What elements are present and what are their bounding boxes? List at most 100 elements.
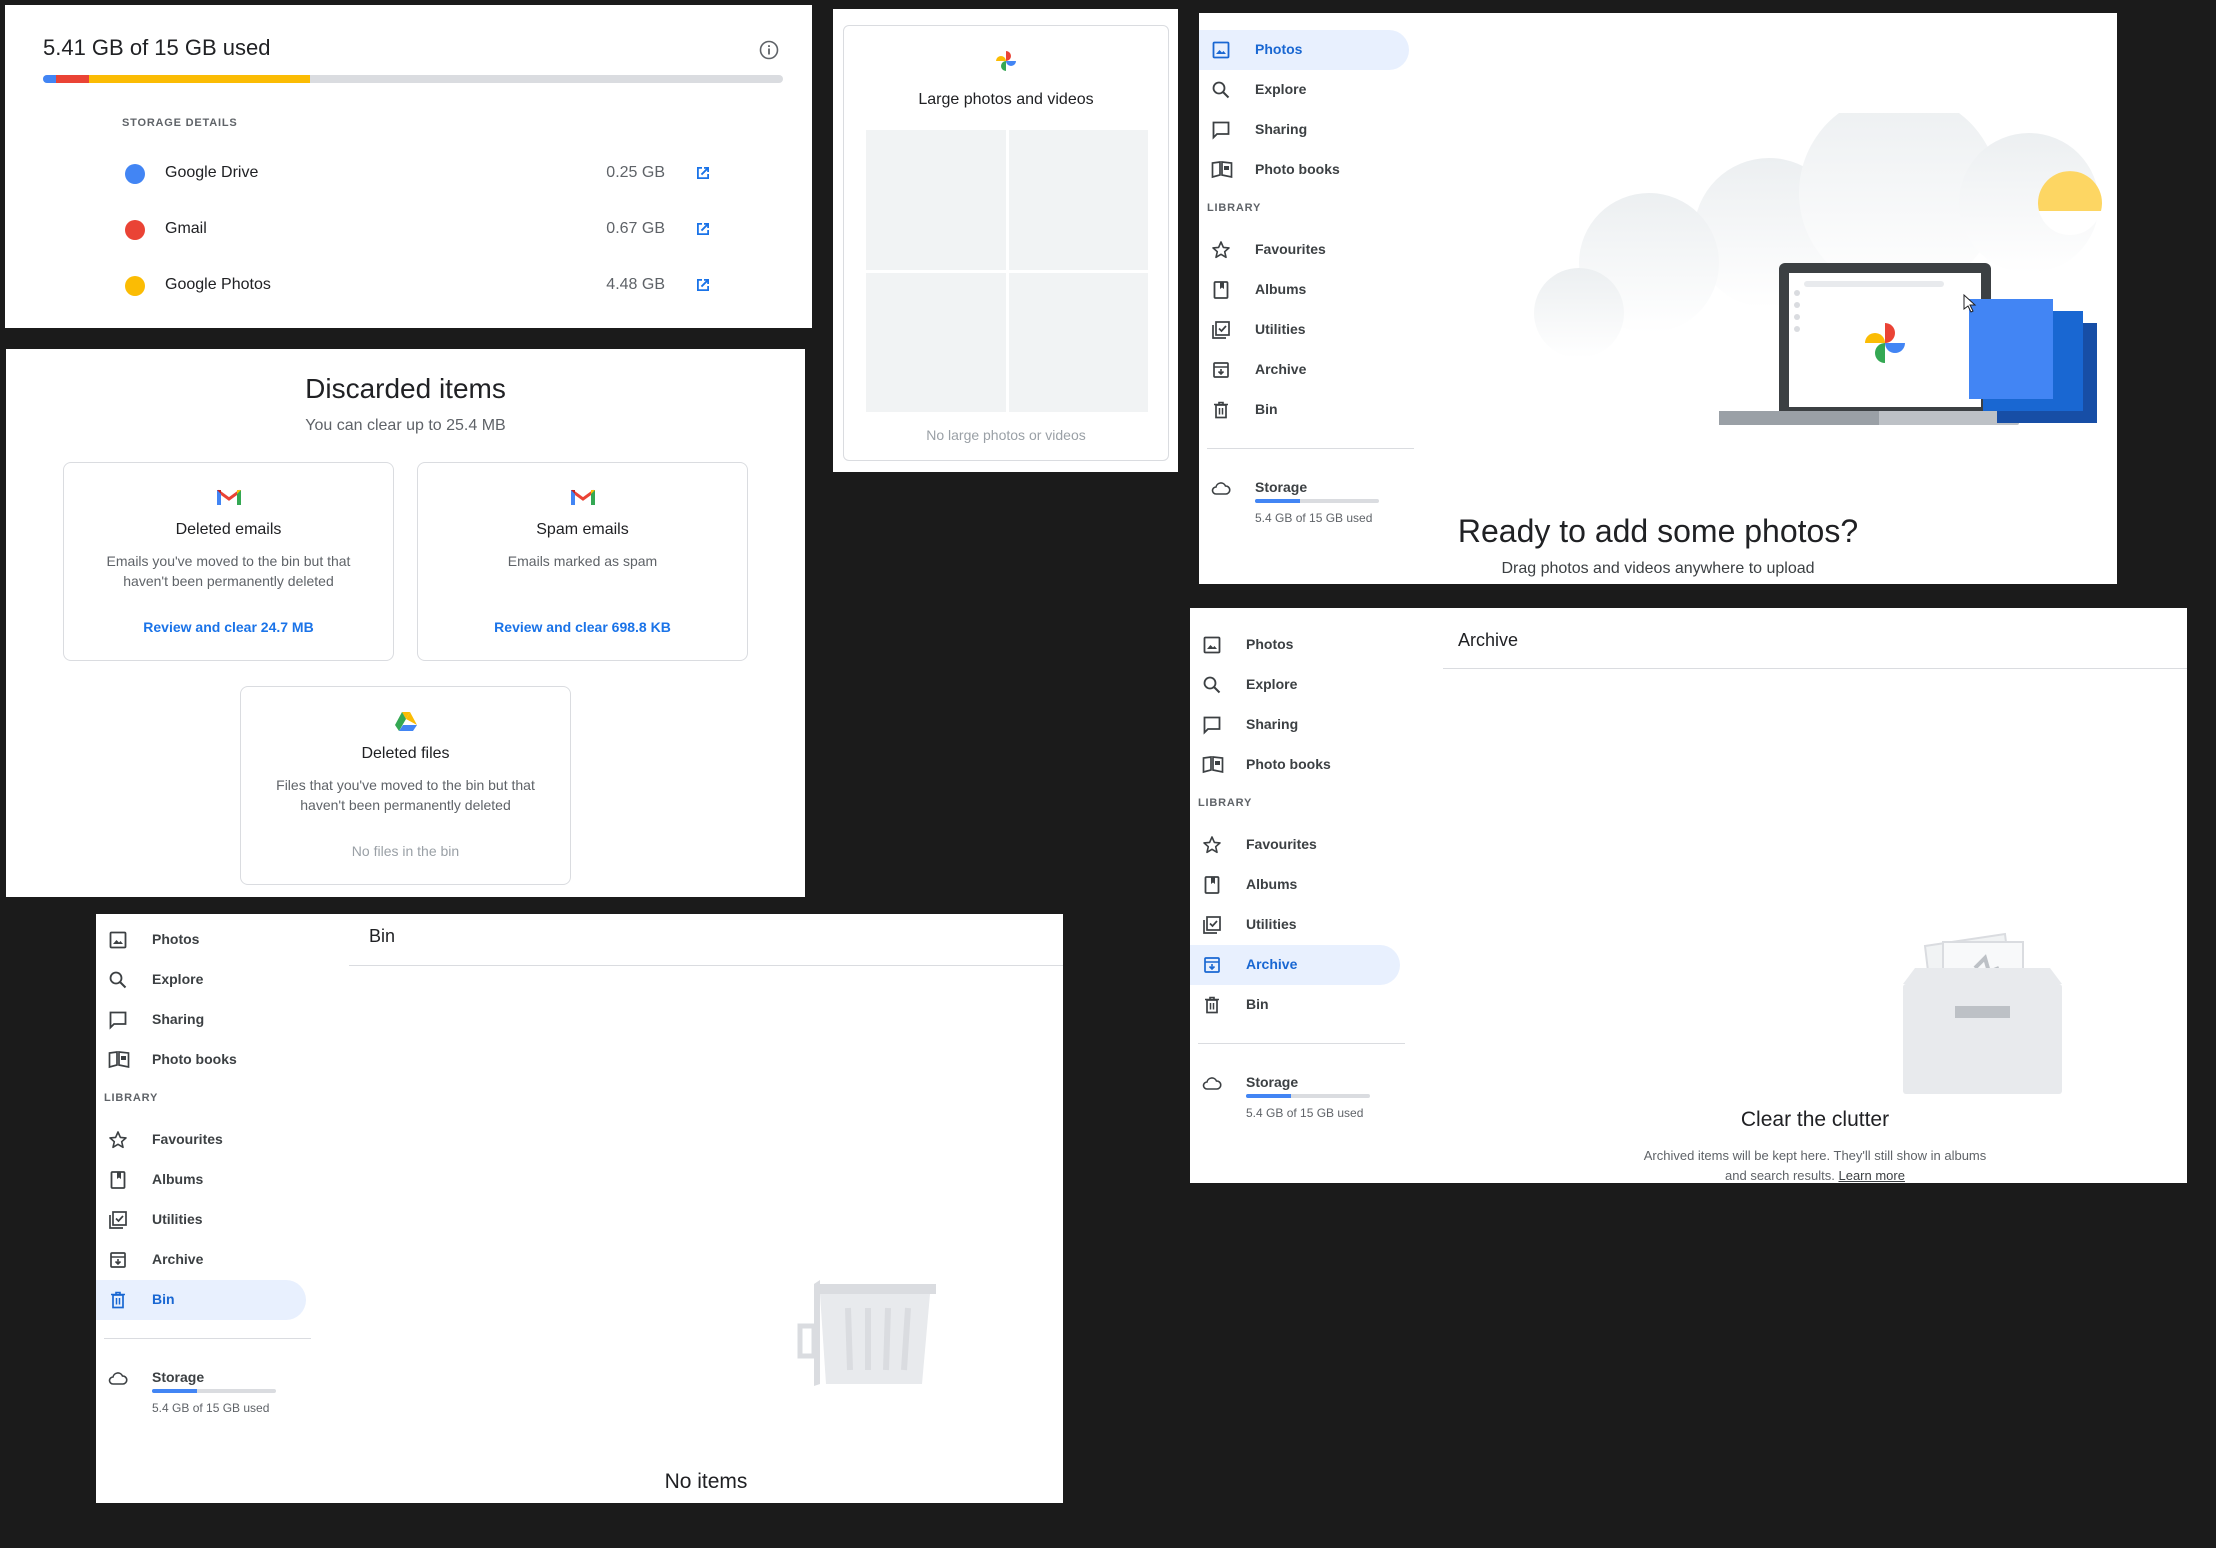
discarded-items-panel: Discarded items You can clear up to 25.4… (6, 349, 805, 897)
storage-mini-bar (152, 1389, 276, 1393)
nav-photos[interactable]: Photos (1199, 30, 1409, 70)
upload-illustration (1519, 93, 2117, 473)
nav-sharing[interactable]: Sharing (1190, 705, 1400, 745)
storage-row-name: Gmail (165, 220, 207, 237)
card-title: Deleted files (361, 745, 450, 762)
cloud-icon (1211, 481, 1231, 497)
storage-mini-bar-fill (1246, 1094, 1291, 1098)
nav-favourites[interactable]: Favourites (96, 1120, 306, 1160)
nav-albums[interactable]: Albums (1190, 865, 1400, 905)
nav-archive[interactable]: Archive (96, 1240, 306, 1280)
photo-placeholder (1008, 272, 1148, 412)
book-icon (1202, 755, 1224, 775)
open-external-icon[interactable] (693, 275, 713, 295)
empty-state-subtext: Drag photos and videos anywhere to uploa… (1501, 560, 1815, 577)
nav-favourites[interactable]: Favourites (1190, 825, 1400, 865)
nav-favourites[interactable]: Favourites (1199, 230, 1409, 270)
nav-label: Photo books (1255, 161, 1340, 177)
nav-archive[interactable]: Archive (1190, 945, 1400, 985)
storage-nav[interactable]: Storage 5.4 GB of 15 GB used (96, 1369, 311, 1429)
nav-bin[interactable]: Bin (1190, 985, 1400, 1025)
photo-placeholder (1008, 130, 1148, 270)
nav-label: Bin (1255, 401, 1278, 417)
info-icon[interactable] (759, 40, 779, 60)
bin-illustration-svg (797, 1280, 936, 1386)
storage-row-drive: Google Drive 0.25 GB (123, 158, 713, 188)
photo-placeholder (866, 130, 1006, 270)
discarded-title: Discarded items (305, 373, 506, 404)
storage-nav[interactable]: Storage 5.4 GB of 15 GB used (1190, 1074, 1405, 1134)
nav-label: Explore (1255, 81, 1307, 97)
nav-sharing[interactable]: Sharing (96, 1000, 306, 1040)
storage-summary-panel: 5.41 GB of 15 GB used STORAGE DETAILS Go… (5, 5, 812, 328)
bin-illustration (796, 1274, 936, 1409)
card-status: No files in the bin (351, 843, 460, 859)
nav-label: Albums (1255, 281, 1307, 297)
card-description: Emails marked as spam (507, 553, 658, 569)
storage-used-text: 5.4 GB of 15 GB used (1246, 1106, 1364, 1120)
nav-label: Explore (152, 971, 204, 987)
nav-albums[interactable]: Albums (1199, 270, 1409, 310)
open-external-icon[interactable] (693, 163, 713, 183)
chat-bubble-icon (1211, 120, 1231, 140)
sidebar-divider (1198, 1043, 1405, 1044)
storage-row-gmail: Gmail 0.67 GB (123, 214, 713, 244)
nav-bin[interactable]: Bin (96, 1280, 306, 1320)
card-title: Deleted emails (175, 521, 282, 538)
trash-icon (108, 1290, 128, 1310)
deleted-emails-card: Deleted emails Emails you've moved to th… (63, 462, 394, 661)
library-heading: LIBRARY (1198, 797, 1253, 809)
nav-explore[interactable]: Explore (1190, 665, 1400, 705)
gmail-color-dot (125, 220, 145, 240)
nav-label: Sharing (152, 1011, 205, 1027)
nav-photo-books[interactable]: Photo books (1199, 150, 1409, 190)
nav-albums[interactable]: Albums (96, 1160, 306, 1200)
nav-utilities[interactable]: Utilities (96, 1200, 306, 1240)
nav-utilities[interactable]: Utilities (1199, 310, 1409, 350)
bin-app-panel: Photos Explore Sharing Photo books LIBRA… (96, 914, 1063, 1503)
empty-state-description: Archived items will be kept here. They'l… (1443, 1146, 2187, 1183)
storage-label: Storage (1255, 479, 1308, 495)
nav-label: Photo books (152, 1051, 237, 1067)
archive-icon (108, 1250, 128, 1270)
album-icon (1202, 875, 1222, 895)
nav-explore[interactable]: Explore (96, 960, 306, 1000)
nav-utilities[interactable]: Utilities (1190, 905, 1400, 945)
header-divider (1443, 668, 2187, 669)
page-title: Archive (1458, 630, 1519, 650)
nav-archive[interactable]: Archive (1199, 350, 1409, 390)
checklist-icon (108, 1210, 128, 1230)
nav-bin[interactable]: Bin (1199, 390, 1409, 430)
trash-icon (1202, 995, 1222, 1015)
library-heading: LIBRARY (104, 1092, 159, 1104)
review-deleted-emails-link[interactable]: Review and clear 24.7 MB (64, 619, 393, 635)
storage-row-size: 4.48 GB (606, 276, 665, 293)
open-external-icon[interactable] (693, 219, 713, 239)
archive-icon (1202, 955, 1222, 975)
album-icon (1211, 280, 1231, 300)
nav-label: Sharing (1255, 121, 1308, 137)
review-spam-emails-link[interactable]: Review and clear 698.8 KB (418, 619, 747, 635)
archive-app-panel: Photos Explore Sharing Photo books LIBRA… (1190, 608, 2187, 1183)
storage-bar-drive (43, 75, 56, 83)
nav-label: Favourites (152, 1131, 223, 1147)
nav-sharing[interactable]: Sharing (1199, 110, 1409, 150)
nav-label: Favourites (1255, 241, 1326, 257)
large-photos-card[interactable]: Large photos and videos No large photos … (843, 25, 1169, 461)
nav-photos[interactable]: Photos (1190, 625, 1400, 665)
nav-photo-books[interactable]: Photo books (96, 1040, 306, 1080)
library-heading: LIBRARY (1207, 202, 1262, 214)
learn-more-link[interactable]: Learn more (1838, 1168, 1904, 1183)
spam-emails-card: Spam emails Emails marked as spam Review… (417, 462, 748, 661)
empty-state-heading: No items (664, 1470, 748, 1493)
nav-explore[interactable]: Explore (1199, 70, 1409, 110)
nav-photo-books[interactable]: Photo books (1190, 745, 1400, 785)
storage-mini-bar-fill (1255, 499, 1300, 503)
nav-photos[interactable]: Photos (96, 920, 306, 960)
nav-label: Utilities (152, 1211, 203, 1227)
photo-icon (1211, 40, 1231, 60)
cloud-icon (108, 1371, 128, 1387)
storage-bar-gmail (55, 75, 89, 83)
empty-state-heading: Ready to add some photos? (1457, 513, 1859, 549)
storage-row-size: 0.67 GB (606, 220, 665, 237)
